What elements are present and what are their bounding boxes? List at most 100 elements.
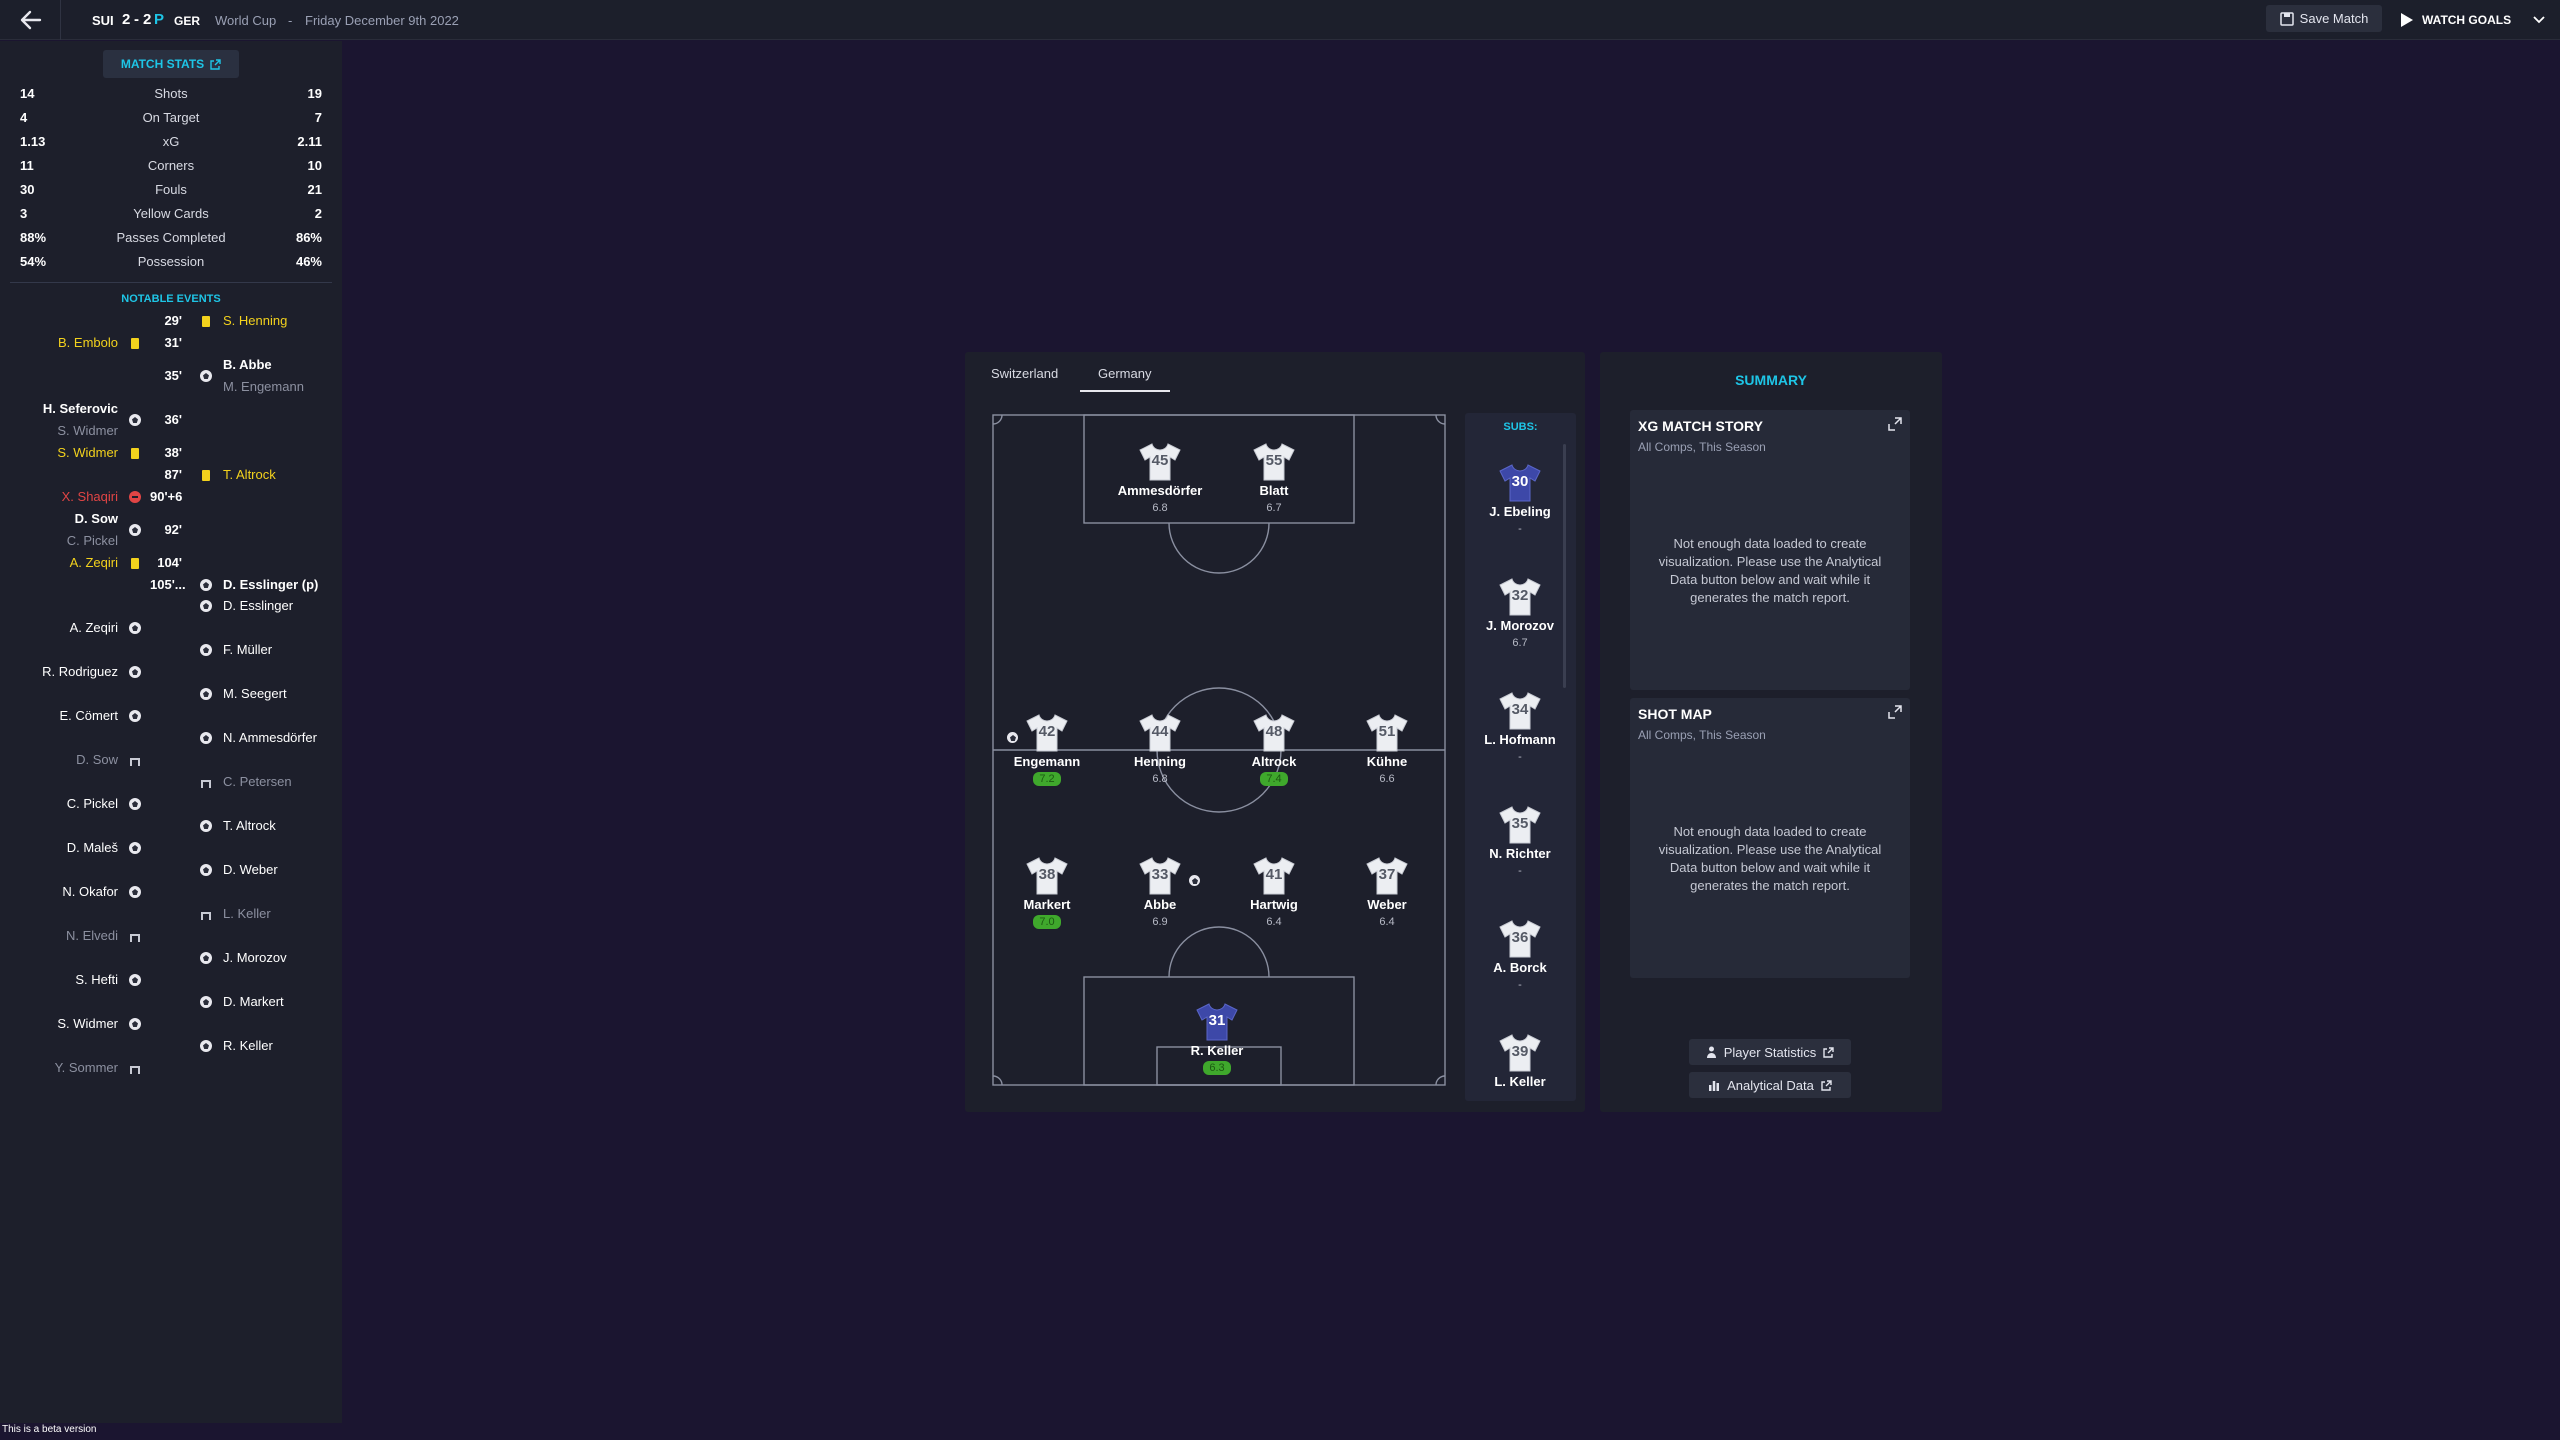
event-player[interactable]: S. Widmer bbox=[57, 445, 118, 460]
tab-switzerland[interactable]: Switzerland bbox=[991, 366, 1058, 394]
player-card[interactable]: 38 Markert 7.0 bbox=[987, 856, 1107, 930]
home-score: 2 bbox=[122, 11, 131, 28]
shootout-taker[interactable]: F. Müller bbox=[223, 642, 272, 657]
divider bbox=[60, 0, 61, 40]
stat-away-value: 2 bbox=[314, 206, 322, 221]
sub-card[interactable]: 30 J. Ebeling - bbox=[1465, 463, 1576, 537]
event-player[interactable]: S. Henning bbox=[223, 313, 287, 328]
shootout-taker[interactable]: D. Weber bbox=[223, 862, 278, 877]
shirt-number: 48 bbox=[1265, 723, 1283, 740]
event-player[interactable]: B. Embolo bbox=[58, 335, 118, 350]
event-player[interactable]: X. Shaqiri bbox=[62, 489, 118, 504]
event-assist[interactable]: C. Pickel bbox=[67, 533, 118, 548]
player-card[interactable]: 45 Ammesdörfer 6.8 bbox=[1100, 442, 1220, 516]
sub-card[interactable]: 32 J. Morozov 6.7 bbox=[1465, 577, 1576, 651]
shirt-number: 30 bbox=[1511, 473, 1529, 490]
event-player[interactable]: D. Sow bbox=[75, 511, 118, 526]
event-minute: 90'+6 bbox=[150, 489, 183, 504]
event-player[interactable]: T. Altrock bbox=[223, 467, 276, 482]
shootout-taker[interactable]: M. Seegert bbox=[223, 686, 287, 701]
sub-card[interactable]: 36 A. Borck - bbox=[1465, 919, 1576, 993]
shootout-taker[interactable]: D. Sow bbox=[76, 752, 118, 767]
penalty-scored-icon bbox=[199, 819, 213, 833]
sub-rating: 6.7 bbox=[1512, 637, 1528, 649]
shootout-taker[interactable]: N. Okafor bbox=[62, 884, 118, 899]
shootout-taker[interactable]: N. Ammesdörfer bbox=[223, 730, 317, 745]
expand-icon[interactable] bbox=[1888, 417, 1902, 431]
shootout-taker[interactable]: J. Morozov bbox=[223, 950, 287, 965]
bar-chart-icon bbox=[1709, 1081, 1720, 1091]
shirt-number: 44 bbox=[1151, 723, 1169, 740]
goal-ball-icon bbox=[128, 523, 142, 537]
player-card[interactable]: 37 Weber 6.4 bbox=[1327, 856, 1447, 930]
subs-scrollbar[interactable] bbox=[1563, 444, 1566, 688]
shirt-number: 41 bbox=[1265, 866, 1283, 883]
player-statistics-button[interactable]: Player Statistics bbox=[1689, 1039, 1851, 1065]
stat-label: xG bbox=[162, 134, 180, 149]
shootout-taker[interactable]: D. Markert bbox=[223, 994, 284, 1009]
player-name: Altrock bbox=[1251, 754, 1297, 769]
chevron-down-icon[interactable] bbox=[2533, 16, 2545, 24]
shootout-taker[interactable]: D. Esslinger bbox=[223, 598, 293, 613]
shootout-taker[interactable]: Y. Sommer bbox=[55, 1060, 118, 1075]
watch-goals-button[interactable]: WATCH GOALS bbox=[2396, 5, 2560, 35]
shootout-taker[interactable]: N. Elvedi bbox=[66, 928, 118, 943]
player-name: Abbe bbox=[1143, 897, 1177, 912]
shirt-number: 35 bbox=[1511, 815, 1529, 832]
shootout-taker[interactable]: S. Hefti bbox=[75, 972, 118, 987]
competition-name[interactable]: World Cup bbox=[215, 13, 276, 28]
shootout-taker[interactable]: C. Petersen bbox=[223, 774, 292, 789]
player-card[interactable]: 41 Hartwig 6.4 bbox=[1214, 856, 1334, 930]
player-card[interactable]: 48 Altrock 7.4 bbox=[1214, 713, 1334, 787]
sub-name: L. Keller bbox=[1494, 1074, 1546, 1089]
player-card[interactable]: 31 R. Keller 6.3 bbox=[1157, 1002, 1277, 1076]
penalty-scored-icon bbox=[128, 797, 142, 811]
penalty-scored-icon bbox=[199, 731, 213, 745]
score-separator: - bbox=[134, 11, 139, 28]
penalty-scored-icon bbox=[199, 643, 213, 657]
shootout-taker[interactable]: T. Altrock bbox=[223, 818, 276, 833]
shootout-taker[interactable]: D. Maleš bbox=[67, 840, 118, 855]
event-assist[interactable]: S. Widmer bbox=[57, 423, 118, 438]
shootout-taker[interactable]: A. Zeqiri bbox=[70, 620, 118, 635]
shootout-taker[interactable]: L. Keller bbox=[223, 906, 271, 921]
player-card[interactable]: 42 Engemann 7.2 bbox=[987, 713, 1107, 787]
penalty-scored-icon bbox=[199, 863, 213, 877]
sub-card[interactable]: 34 L. Hofmann - bbox=[1465, 691, 1576, 765]
sub-card[interactable]: 35 N. Richter - bbox=[1465, 805, 1576, 879]
shirt-icon: 35 bbox=[1498, 805, 1542, 845]
save-match-button[interactable]: Save Match bbox=[2266, 5, 2382, 32]
shootout-taker[interactable]: R. Keller bbox=[223, 1038, 273, 1053]
penalty-scored-icon bbox=[128, 621, 142, 635]
event-player[interactable]: A. Zeqiri bbox=[70, 555, 118, 570]
event-player[interactable]: B. Abbe bbox=[223, 357, 272, 372]
analytical-data-button[interactable]: Analytical Data bbox=[1689, 1072, 1851, 1098]
player-name: R. Keller bbox=[1190, 1043, 1244, 1058]
player-card[interactable]: 33 Abbe 6.9 bbox=[1100, 856, 1220, 930]
event-player[interactable]: H. Seferovic bbox=[43, 401, 118, 416]
event-assist[interactable]: M. Engemann bbox=[223, 379, 304, 394]
shootout-taker[interactable]: R. Rodriguez bbox=[42, 664, 118, 679]
shot-map-message: Not enough data loaded to create visuali… bbox=[1658, 824, 1882, 893]
event-minute: 31' bbox=[164, 335, 182, 350]
sub-rating: - bbox=[1518, 865, 1522, 877]
beta-notice: This is a beta version bbox=[2, 1424, 97, 1435]
back-arrow-icon[interactable] bbox=[18, 8, 44, 32]
shootout-taker[interactable]: S. Widmer bbox=[57, 1016, 118, 1031]
shootout-taker[interactable]: E. Cömert bbox=[59, 708, 118, 723]
match-stats-label: MATCH STATS bbox=[120, 57, 205, 71]
stat-away-value: 46% bbox=[295, 254, 322, 269]
match-stats-button[interactable]: MATCH STATS bbox=[103, 50, 239, 78]
away-team-abbr[interactable]: GER bbox=[174, 14, 200, 28]
shot-map-title: SHOT MAP bbox=[1638, 706, 1712, 722]
expand-icon[interactable] bbox=[1888, 705, 1902, 719]
home-team-abbr[interactable]: SUI bbox=[92, 13, 114, 28]
shootout-taker[interactable]: C. Pickel bbox=[67, 796, 118, 811]
player-card[interactable]: 55 Blatt 6.7 bbox=[1214, 442, 1334, 516]
shirt-icon: 41 bbox=[1252, 856, 1296, 896]
player-card[interactable]: 51 Kühne 6.6 bbox=[1327, 713, 1447, 787]
player-card[interactable]: 44 Henning 6.8 bbox=[1100, 713, 1220, 787]
sub-card[interactable]: 39 L. Keller bbox=[1465, 1033, 1576, 1089]
event-player[interactable]: D. Esslinger (p) bbox=[223, 577, 318, 592]
divider bbox=[10, 282, 332, 283]
